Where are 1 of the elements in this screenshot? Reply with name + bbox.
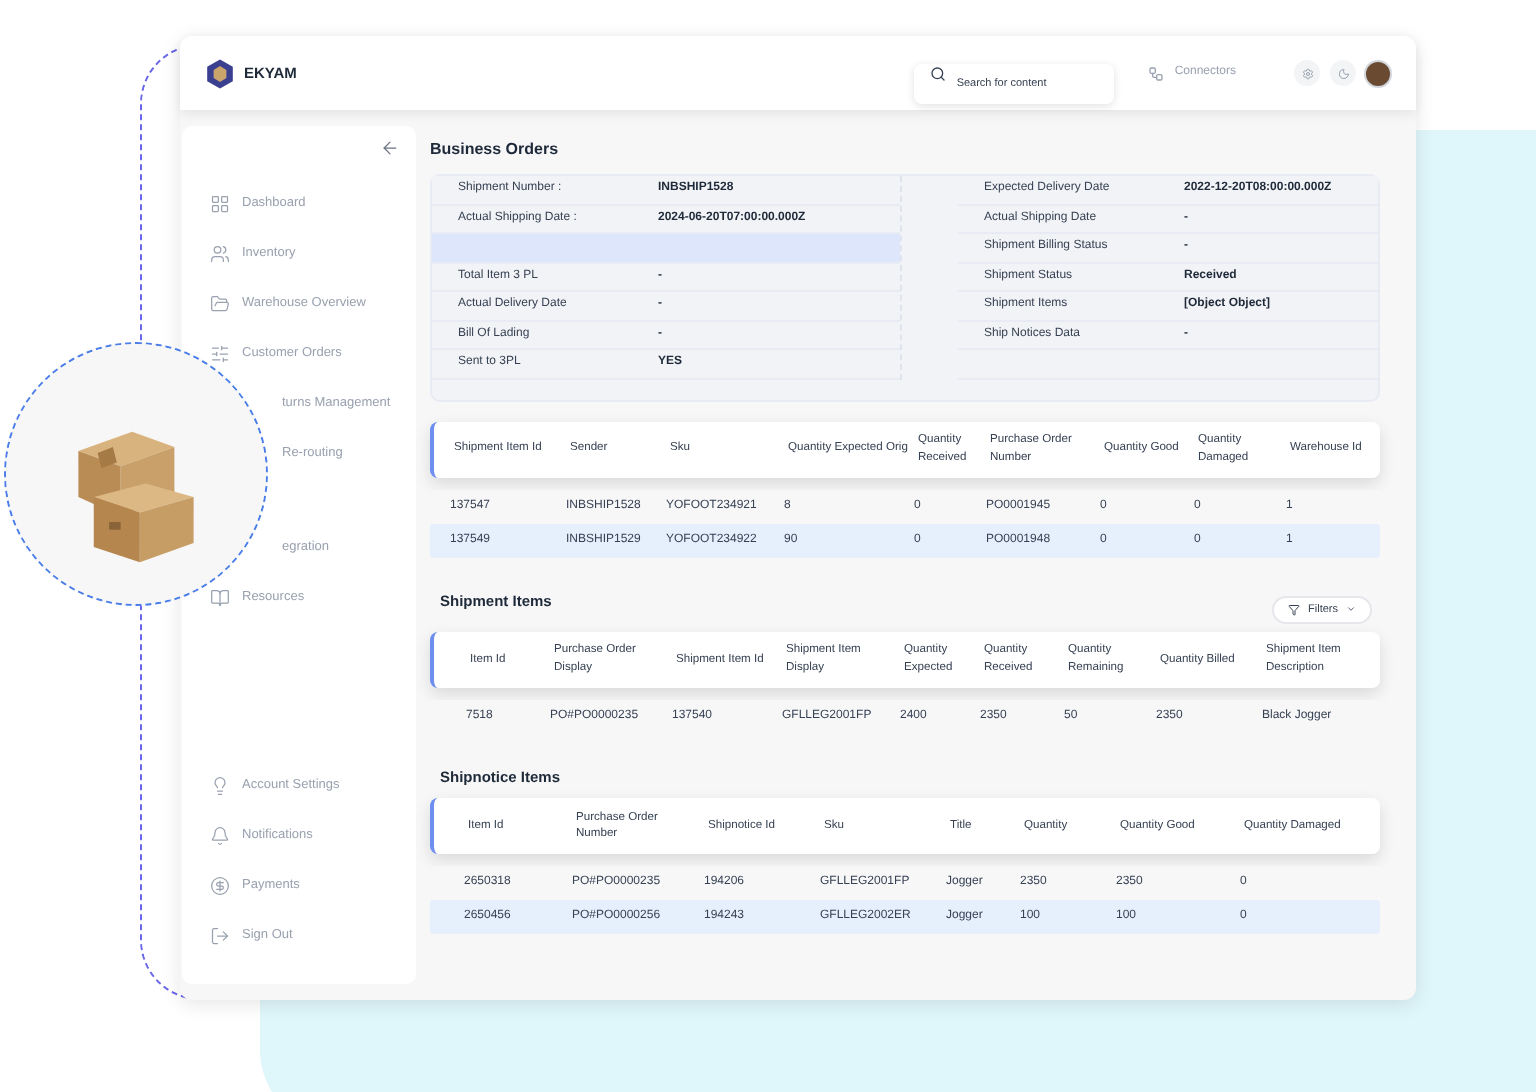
section-title: Business Orders [430,138,561,162]
